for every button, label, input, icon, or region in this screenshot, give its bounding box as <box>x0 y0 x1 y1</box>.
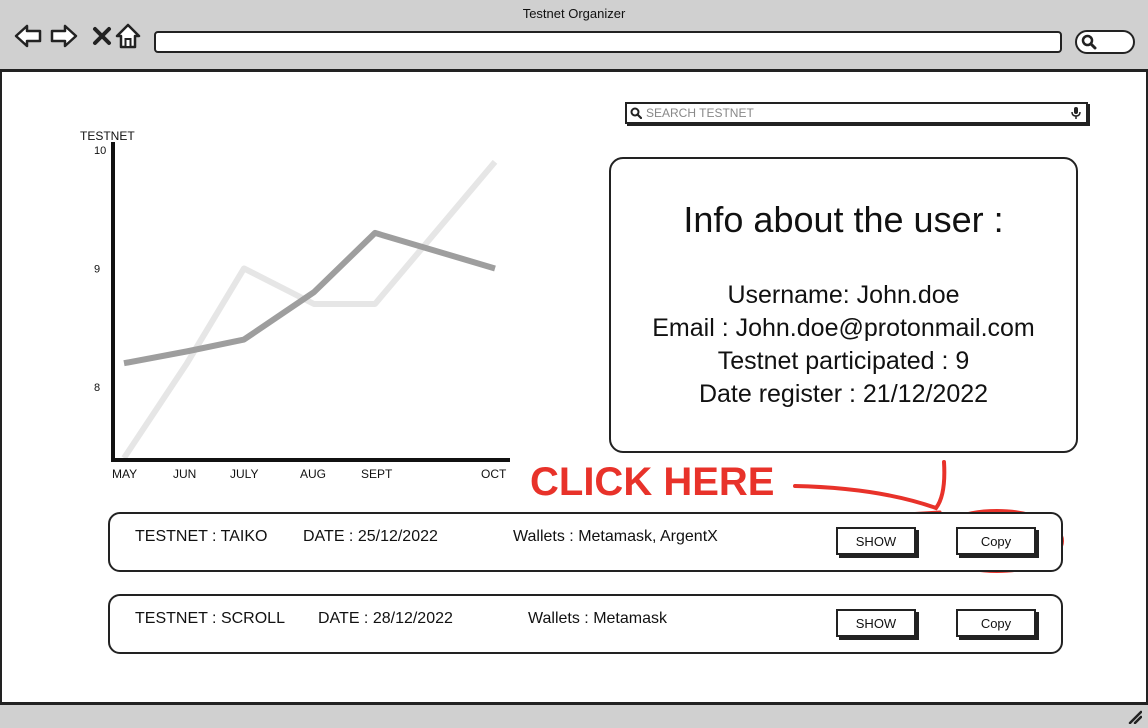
show-button[interactable]: SHOW <box>836 609 916 637</box>
browser-footer <box>0 702 1148 728</box>
close-icon[interactable] <box>88 22 116 50</box>
register-date-text: Date register : 21/12/2022 <box>698 380 989 408</box>
resize-grip-icon[interactable] <box>1128 710 1142 724</box>
testnet-count-text: Testnet participated : 9 <box>717 347 970 375</box>
forward-arrow-icon[interactable] <box>50 22 78 50</box>
x-tick-label: MAY <box>112 467 137 481</box>
x-tick-label: JUN <box>173 467 196 481</box>
show-button[interactable]: SHOW <box>836 527 916 555</box>
x-tick-label: JULY <box>230 467 258 481</box>
y-tick-label: 10 <box>94 145 106 157</box>
y-tick-label: 9 <box>94 263 100 275</box>
series-line-2 <box>123 229 496 367</box>
y-tick-label: 8 <box>94 382 100 394</box>
testnet-name: TESTNET : TAIKO <box>135 528 268 545</box>
x-tick-label: OCT <box>481 467 507 481</box>
x-tick-label: SEPT <box>361 467 393 481</box>
y-axis-label: TESTNET <box>80 129 135 143</box>
testnet-date: DATE : 28/12/2022 <box>318 610 453 627</box>
search-testnet-input[interactable] <box>642 104 1071 122</box>
user-info-heading: Info about the user : <box>683 199 1004 240</box>
testnet-wallets: Wallets : Metamask, ArgentX <box>513 528 718 545</box>
back-arrow-icon[interactable] <box>14 22 42 50</box>
testnet-row: TESTNET : SCROLL DATE : 28/12/2022 Walle… <box>108 594 1063 654</box>
copy-button[interactable]: Copy <box>956 527 1036 555</box>
browser-search-field[interactable] <box>1075 30 1135 54</box>
home-icon[interactable] <box>114 22 142 50</box>
search-testnet-box[interactable] <box>625 102 1088 124</box>
search-icon <box>1081 34 1097 50</box>
copy-button[interactable]: Copy <box>956 609 1036 637</box>
testnet-name: TESTNET : SCROLL <box>135 610 285 627</box>
click-here-annotation: CLICK HERE <box>530 460 775 504</box>
microphone-icon[interactable] <box>1071 106 1081 120</box>
testnet-row: TESTNET : TAIKO DATE : 25/12/2022 Wallet… <box>108 512 1063 572</box>
email-text: Email : John.doe@protonmail.com <box>652 314 1035 342</box>
series-line-1 <box>121 159 498 460</box>
address-bar[interactable] <box>154 31 1062 53</box>
user-info-card: Info about the user : Username: John.doe… <box>609 157 1078 453</box>
window-title: Testnet Organizer <box>522 6 626 21</box>
x-tick-label: AUG <box>300 467 326 481</box>
testnet-date: DATE : 25/12/2022 <box>303 528 438 545</box>
username-text: Username: John.doe <box>727 281 960 309</box>
testnet-line-chart: TESTNET 10 9 8 MAY JUN JULY AUG SEPT OCT <box>70 120 530 490</box>
browser-titlebar: Testnet Organizer <box>0 0 1148 72</box>
testnet-wallets: Wallets : Metamask <box>528 610 667 627</box>
search-icon <box>630 107 642 119</box>
